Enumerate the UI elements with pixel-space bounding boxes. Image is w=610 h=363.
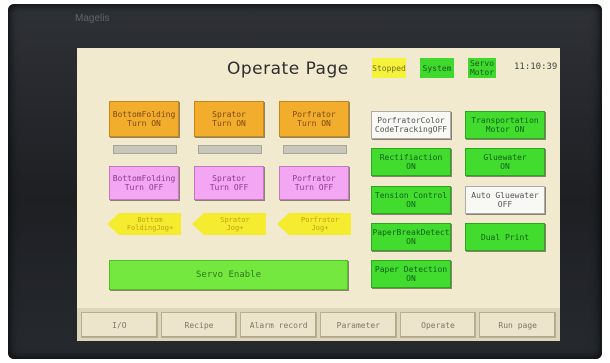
porfrator-color-tracking-button[interactable]: PorfratorColor CodeTrackingOFF: [371, 111, 451, 139]
clock: 11:10:39: [514, 62, 558, 72]
bottom-folding-off-button[interactable]: BottomFolding Turn OFF: [109, 166, 179, 200]
porfrator-on-button[interactable]: Porfrator Turn ON: [279, 101, 349, 137]
stopped-indicator: Stopped: [372, 58, 406, 78]
tab-parameter[interactable]: Parameter: [320, 312, 397, 338]
bottom-folding-jog-button[interactable]: Bottom FoldingJog+: [107, 213, 181, 235]
sprator-off-button[interactable]: Sprator Turn OFF: [194, 166, 264, 200]
jog-label: Bottom FoldingJog+: [126, 216, 174, 232]
porfrator-jog-button[interactable]: Porfrator Jog+: [277, 213, 351, 235]
bottom-navigation: I/O Recipe Alarm record Parameter Operat…: [77, 308, 560, 341]
servo-motor-indicator: Servo Motor: [468, 58, 496, 78]
tab-operate[interactable]: Operate: [399, 312, 477, 338]
tab-io[interactable]: I/O: [81, 312, 158, 338]
tension-control-button[interactable]: Tension Control ON: [371, 186, 451, 214]
tab-run-page[interactable]: Run page: [479, 312, 557, 338]
jog-label: Sprator Jog+: [220, 216, 250, 232]
paper-detection-button[interactable]: Paper Detection ON: [371, 260, 451, 288]
sprator-on-button[interactable]: Sprator Turn ON: [194, 101, 264, 137]
bottom-folding-status-lamp: [113, 145, 177, 154]
paper-break-detect-button[interactable]: PaperBreakDetect ON: [371, 223, 451, 251]
servo-enable-button[interactable]: Servo Enable: [109, 260, 348, 290]
transportation-motor-button[interactable]: Transportation Motor ON: [465, 111, 545, 139]
brand-logo: Magelis: [75, 13, 110, 24]
porfrator-status-lamp: [283, 145, 347, 154]
sprator-jog-button[interactable]: Sprator Jog+: [192, 213, 266, 235]
auto-gluewater-button[interactable]: Auto Gluewater OFF: [465, 186, 545, 214]
hmi-bezel: Magelis Operate Page Stopped System Serv…: [8, 4, 602, 359]
jog-label: Porfrator Jog+: [301, 216, 339, 232]
page-title: Operate Page: [227, 59, 349, 79]
dual-print-button[interactable]: Dual Print: [465, 223, 545, 251]
bottom-folding-on-button[interactable]: BottomFolding Turn ON: [109, 101, 179, 137]
tab-alarm-record[interactable]: Alarm record: [240, 312, 318, 338]
hmi-screen: Operate Page Stopped System Servo Motor …: [77, 48, 560, 341]
porfrator-off-button[interactable]: Porfrator Turn OFF: [279, 166, 349, 200]
system-indicator: System: [420, 58, 454, 78]
rectifiaction-button[interactable]: Rectifiaction ON: [371, 148, 451, 176]
sprator-status-lamp: [198, 145, 262, 154]
gluewater-button[interactable]: Gluewater ON: [465, 148, 545, 176]
tab-recipe[interactable]: Recipe: [160, 312, 238, 338]
